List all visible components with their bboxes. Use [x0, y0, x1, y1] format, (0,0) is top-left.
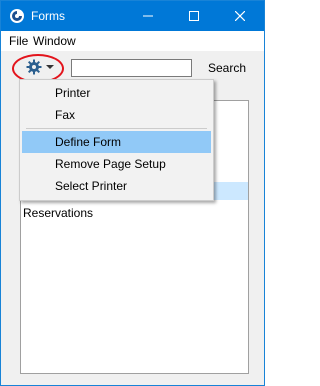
- list-item[interactable]: Reservations: [21, 204, 248, 222]
- menu-separator: [26, 128, 207, 129]
- search-input[interactable]: [71, 59, 192, 77]
- menu-item-define-form[interactable]: Define Form: [22, 131, 211, 153]
- app-icon: [10, 9, 24, 23]
- menu-file[interactable]: File: [9, 34, 28, 48]
- close-button[interactable]: [218, 1, 262, 31]
- minimize-icon: [143, 15, 153, 17]
- gear-icon: [26, 59, 42, 75]
- close-icon: [235, 11, 245, 21]
- maximize-icon: [189, 11, 199, 21]
- menu-item-select-printer[interactable]: Select Printer: [22, 175, 211, 197]
- menu-item-fax[interactable]: Fax: [22, 104, 211, 126]
- operations-popup-menu: Printer Fax Define Form Remove Page Setu…: [19, 79, 214, 201]
- menu-item-printer[interactable]: Printer: [22, 82, 211, 104]
- menu-window[interactable]: Window: [33, 34, 76, 48]
- chevron-down-icon: [46, 65, 54, 69]
- maximize-button[interactable]: [172, 1, 216, 31]
- minimize-button[interactable]: [126, 1, 170, 31]
- window-title: Forms: [31, 9, 65, 23]
- search-button[interactable]: Search: [204, 59, 250, 77]
- menu-bar: File Window: [1, 31, 264, 51]
- menu-item-remove-page-setup[interactable]: Remove Page Setup: [22, 153, 211, 175]
- forms-window: Forms File Window Search Reservations Pr…: [0, 0, 265, 386]
- title-bar[interactable]: Forms: [1, 1, 264, 31]
- operations-menu-button[interactable]: [21, 57, 57, 77]
